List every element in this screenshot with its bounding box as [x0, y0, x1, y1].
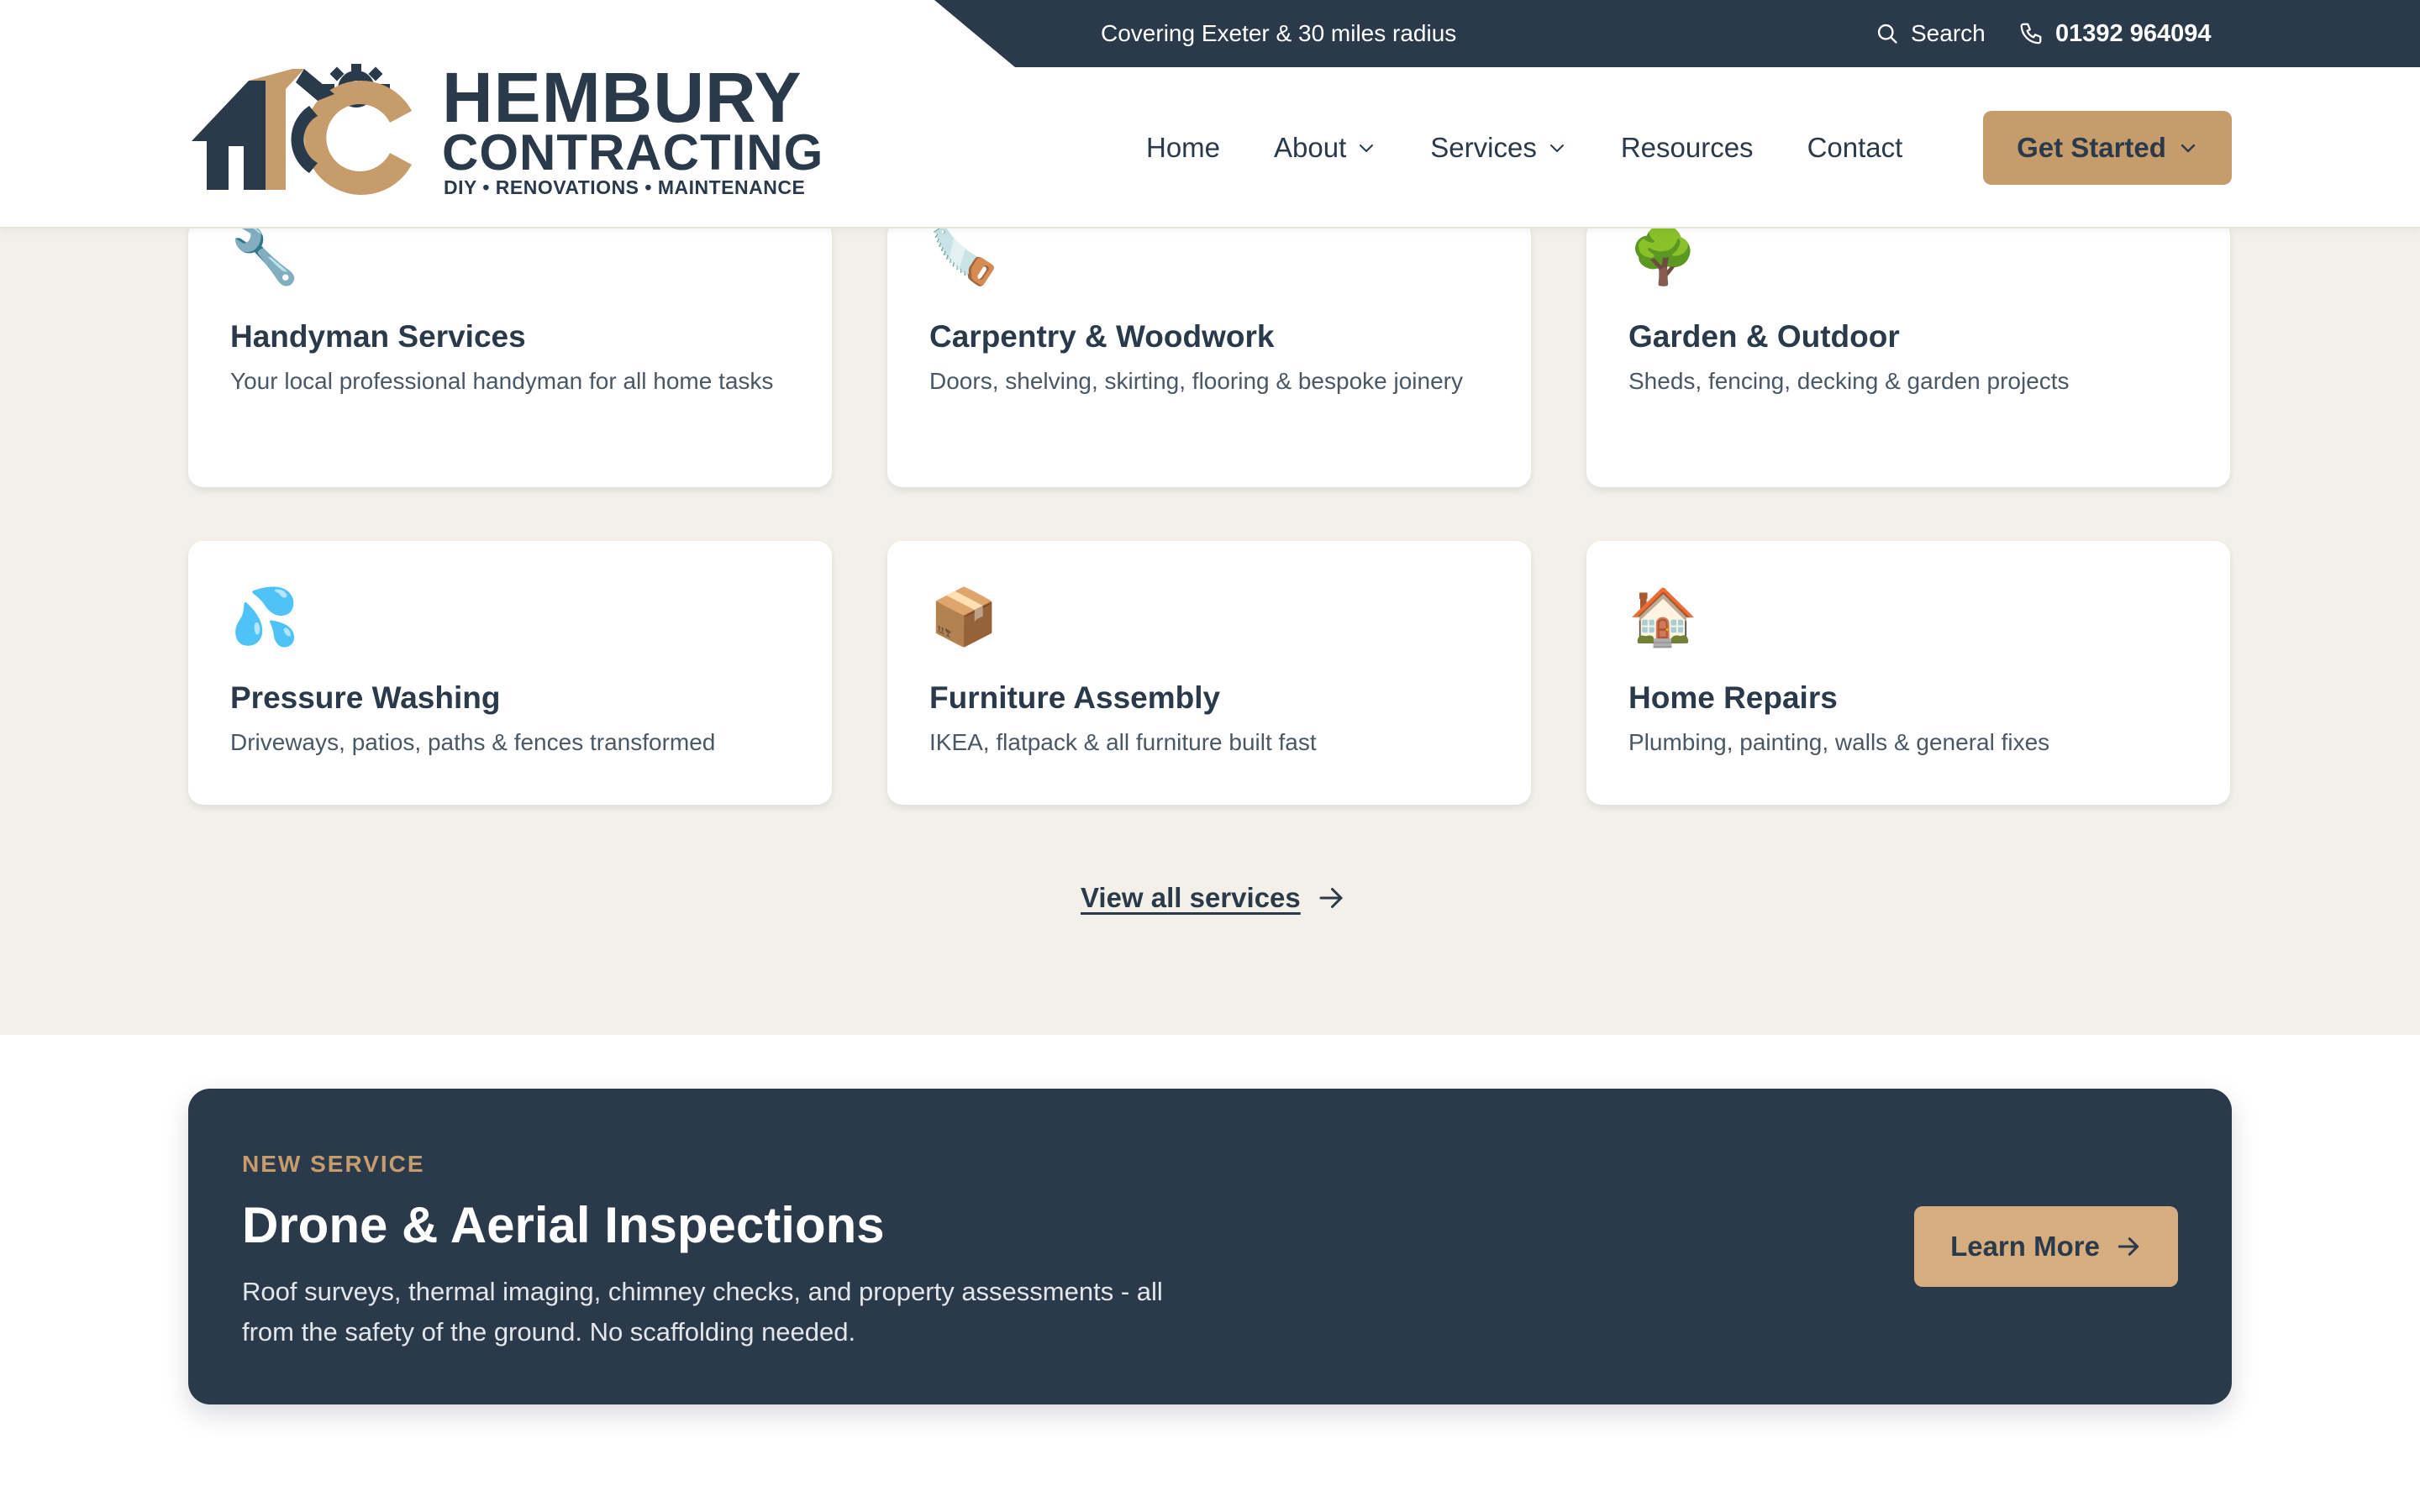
service-card-title: Furniture Assembly [929, 680, 1221, 715]
learn-more-button[interactable]: Learn More [1914, 1206, 2178, 1287]
service-card-home-repairs[interactable]: 🏠 Home Repairs Plumbing, painting, walls… [1586, 541, 2230, 805]
service-card-title: Home Repairs [1628, 680, 1838, 715]
banner-description: Roof surveys, thermal imaging, chimney c… [242, 1277, 1163, 1347]
search-icon [1877, 24, 1897, 44]
phone-link[interactable]: 01392 964094 [2018, 0, 2211, 67]
service-card-title: Carpentry & Woodwork [929, 319, 1275, 354]
service-card-desc: IKEA, flatpack & all furniture built fas… [929, 729, 1317, 755]
service-card-garden[interactable]: 🌳 Garden & Outdoor Sheds, fencing, decki… [1586, 220, 2230, 487]
nav-item-label: Home [1146, 132, 1221, 163]
service-card-title: Handyman Services [230, 319, 526, 354]
service-card-desc: Sheds, fencing, decking & garden project… [1628, 368, 2070, 394]
wrench-icon: 🔧 [230, 224, 300, 286]
phone-icon [2020, 23, 2042, 45]
nav-item-home[interactable]: Home [1146, 132, 1220, 164]
banner-title: Drone & Aerial Inspections [242, 1197, 885, 1253]
get-started-button[interactable]: Get Started [1983, 111, 2232, 185]
nav-item-label: Services [1430, 132, 1537, 163]
site-logo[interactable]: HEMBURY CONTRACTING DIY • RENOVATIONS • … [192, 58, 830, 202]
get-started-label: Get Started [2017, 132, 2166, 163]
nav-item-label: About [1274, 132, 1347, 163]
arrow-right-icon [2118, 1237, 2139, 1256]
service-card-desc: Driveways, patios, paths & fences transf… [230, 729, 716, 755]
chevron-down-icon [1549, 144, 1564, 152]
coverage-text: Covering Exeter & 30 miles radius [1101, 20, 1457, 46]
search-label: Search [1911, 20, 1986, 46]
house-icon: 🏠 [1628, 585, 1698, 648]
nav-item-about[interactable]: About [1274, 132, 1376, 164]
learn-more-label: Learn More [1950, 1231, 2100, 1262]
banner-eyebrow: NEW SERVICE [242, 1151, 425, 1177]
search-link[interactable]: Search [1876, 0, 1986, 67]
view-all-services-link[interactable]: View all services [1081, 882, 1346, 914]
nav-item-label: Contact [1807, 132, 1903, 163]
service-card-title: Garden & Outdoor [1628, 319, 1900, 354]
view-all-label: View all services [1081, 882, 1301, 913]
service-card-desc: Your local professional handyman for all… [230, 368, 774, 394]
phone-number: 01392 964094 [2055, 19, 2212, 47]
chevron-down-icon [2181, 144, 2196, 153]
logo-mark-icon [192, 64, 412, 195]
main-nav: Home About Services Resources Contact [1146, 111, 1902, 185]
saw-icon: 🪚 [929, 224, 999, 286]
site-header: Covering Exeter & 30 miles radius Search… [0, 0, 2420, 228]
chevron-down-icon [1360, 144, 1374, 152]
service-card-title: Pressure Washing [230, 680, 501, 715]
logo-subname: CONTRACTING [442, 124, 824, 181]
service-card-desc: Doors, shelving, skirting, flooring & be… [929, 368, 1463, 394]
service-card-carpentry[interactable]: 🪚 Carpentry & Woodwork Doors, shelving, … [887, 220, 1531, 487]
service-card-handyman[interactable]: 🔧 Handyman Services Your local professio… [188, 220, 832, 487]
package-icon: 📦 [929, 585, 999, 648]
services-section: 🔧 Handyman Services Your local professio… [0, 220, 2420, 1035]
nav-item-contact[interactable]: Contact [1807, 132, 1903, 164]
service-card-furniture-assembly[interactable]: 📦 Furniture Assembly IKEA, flatpack & al… [887, 541, 1531, 805]
service-card-pressure-washing[interactable]: 💦 Pressure Washing Driveways, patios, pa… [188, 541, 832, 805]
service-card-desc: Plumbing, painting, walls & general fixe… [1628, 729, 2050, 755]
nav-item-label: Resources [1620, 132, 1754, 163]
nav-item-services[interactable]: Services [1430, 132, 1567, 164]
arrow-right-icon [1319, 888, 1343, 908]
logo-name: HEMBURY [442, 58, 802, 137]
logo-tagline: DIY • RENOVATIONS • MAINTENANCE [444, 176, 806, 198]
drone-promo-banner: NEW SERVICE Drone & Aerial Inspections R… [188, 1089, 2232, 1404]
water-drops-icon: 💦 [230, 585, 300, 648]
nav-item-resources[interactable]: Resources [1621, 132, 1754, 164]
tree-icon: 🌳 [1628, 224, 1698, 286]
